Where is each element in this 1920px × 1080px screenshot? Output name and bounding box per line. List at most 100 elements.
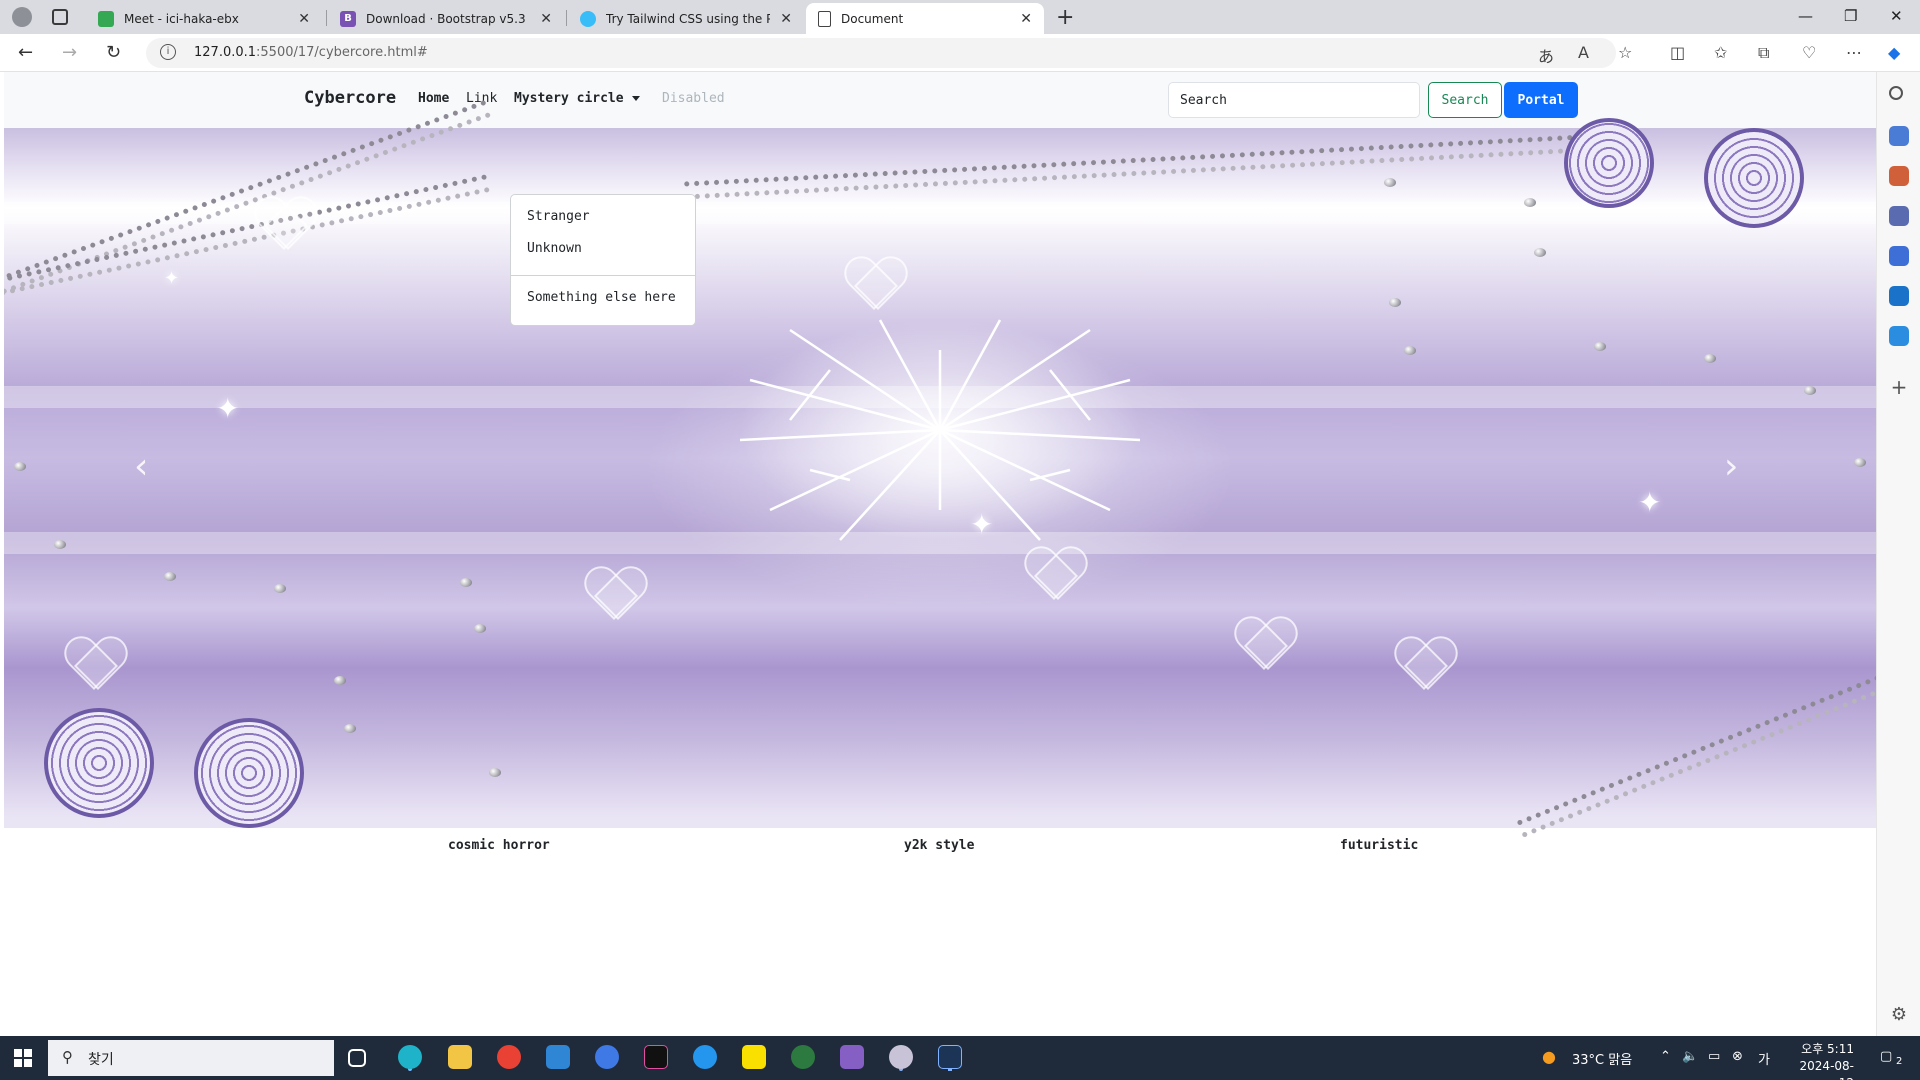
tab-divider	[566, 10, 567, 26]
caption-futuristic: futuristic	[1340, 838, 1419, 853]
close-icon[interactable]: ✕	[780, 11, 792, 27]
heart-decoration	[1024, 548, 1084, 602]
sparkle-decoration: ✦	[1638, 486, 1662, 519]
taskbar-clock[interactable]: 오후 5:11 2024-08-12	[1792, 1041, 1854, 1080]
add-plus-icon[interactable]: +	[1889, 377, 1909, 398]
carousel-next-icon[interactable]: ›	[1724, 446, 1738, 487]
ime-icon[interactable]: 가	[1758, 1049, 1770, 1068]
split-screen-icon[interactable]: ◫	[1670, 43, 1685, 62]
reload-icon[interactable]: ↻	[106, 42, 121, 63]
nav-mystery-circle-dropdown[interactable]: Mystery circle	[514, 91, 640, 106]
address-bar[interactable]: i 127.0.0.1:5500/17/cybercore.html#	[146, 38, 1616, 68]
tab-actions-icon[interactable]	[52, 9, 68, 25]
file-explorer-icon[interactable]	[448, 1045, 472, 1069]
rose-decoration	[44, 708, 154, 818]
collections-icon[interactable]: ⧉	[1758, 43, 1769, 63]
caption-cosmic-horror: cosmic horror	[448, 838, 550, 853]
search-input[interactable]	[1168, 82, 1420, 118]
carousel-prev-icon[interactable]: ‹	[134, 446, 148, 487]
profile-avatar[interactable]	[12, 7, 32, 27]
tray-overflow-icon[interactable]: ⌃	[1660, 1049, 1671, 1064]
pearl-decoration	[1384, 178, 1396, 187]
restore-icon[interactable]: ❐	[1844, 7, 1857, 25]
notification-icon[interactable]: ▢	[1880, 1049, 1892, 1064]
dropdown-label: Mystery circle	[514, 91, 624, 106]
games-icon[interactable]	[1889, 206, 1909, 226]
read-aloud-icon[interactable]: A	[1578, 43, 1589, 62]
tab-title: Document	[841, 11, 904, 26]
drop-icon[interactable]	[1889, 326, 1909, 346]
new-tab-plus-icon[interactable]: +	[1056, 5, 1074, 30]
close-icon[interactable]: ✕	[298, 11, 310, 27]
page-viewport: Cybercore Home Link Mystery circle Disab…	[4, 72, 1876, 1036]
browser-tab-document[interactable]: Document ✕	[806, 3, 1044, 34]
network-icon[interactable]: ▭	[1708, 1049, 1720, 1064]
dropdown-item-something-else[interactable]: Something else here	[527, 290, 676, 305]
dropdown-item-unknown[interactable]: Unknown	[527, 241, 582, 256]
dropdown-item-stranger[interactable]: Stranger	[527, 209, 590, 224]
maps-icon[interactable]	[595, 1045, 619, 1069]
search-button[interactable]: Search	[1428, 82, 1502, 118]
heart-decoration	[844, 258, 904, 312]
hs-app-icon[interactable]	[791, 1045, 815, 1069]
browser-tab-strip: Meet - ici-haka-ebx ✕ B Download · Boots…	[0, 0, 1920, 34]
docker-icon[interactable]	[693, 1045, 717, 1069]
google-meet-icon	[98, 10, 114, 27]
favorite-star-icon[interactable]: ☆	[1618, 43, 1632, 62]
visual-studio-icon[interactable]	[840, 1045, 864, 1069]
windows-start-icon[interactable]	[14, 1049, 32, 1067]
shopping-icon[interactable]	[1889, 126, 1909, 146]
more-menu-icon[interactable]: ⋯	[1846, 43, 1862, 62]
mute-icon[interactable]: ⊗	[1732, 1049, 1743, 1064]
rose-decoration	[1564, 118, 1654, 208]
volume-icon[interactable]: 🔈	[1682, 1049, 1698, 1064]
search-icon: ⚲	[62, 1048, 73, 1066]
task-view-icon[interactable]	[348, 1049, 366, 1067]
browser-tab-tailwind[interactable]: Try Tailwind CSS using the Play C ✕	[568, 3, 804, 34]
settings-gear-icon[interactable]: ⚙	[1889, 1006, 1909, 1026]
chain-decoration	[1516, 656, 1876, 838]
edge-browser-icon[interactable]	[398, 1045, 422, 1069]
tools-icon[interactable]	[1889, 166, 1909, 186]
nav-home-link[interactable]: Home	[418, 91, 449, 106]
close-icon[interactable]: ✕	[1020, 11, 1032, 27]
portal-button[interactable]: Portal	[1504, 82, 1578, 118]
paint-app-icon[interactable]	[889, 1045, 913, 1069]
mystery-circle-dropdown-menu: Stranger Unknown Something else here	[510, 194, 696, 326]
kakaotalk-icon[interactable]	[742, 1045, 766, 1069]
terminal-app-icon[interactable]	[938, 1045, 962, 1069]
windows-taskbar: ⚲ 찾기 ● 33°C 맑음 ⌃ 🔈 ▭ ⊗ 가 오후 5:11 2024-08…	[0, 1036, 1920, 1080]
search-icon[interactable]	[1889, 86, 1903, 100]
dropdown-divider	[511, 275, 695, 276]
brand-logo[interactable]: Cybercore	[304, 88, 396, 108]
window-close-icon[interactable]: ✕	[1890, 7, 1903, 25]
intellij-icon[interactable]	[644, 1045, 668, 1069]
forward-arrow-icon[interactable]: →	[62, 42, 77, 63]
weather-text[interactable]: 33°C 맑음	[1572, 1049, 1632, 1068]
pearl-decoration	[344, 724, 356, 733]
copilot-icon[interactable]: ◆	[1888, 43, 1900, 62]
minimize-icon[interactable]: —	[1798, 7, 1813, 25]
favorites-icon[interactable]: ✩	[1714, 43, 1727, 62]
chrome-icon[interactable]	[497, 1045, 521, 1069]
close-icon[interactable]: ✕	[540, 11, 552, 27]
translate-icon[interactable]: あ	[1538, 43, 1554, 67]
url-text[interactable]: 127.0.0.1:5500/17/cybercore.html#	[194, 45, 428, 60]
notification-count: 2	[1896, 1056, 1903, 1067]
pearl-decoration	[1534, 248, 1546, 257]
back-arrow-icon[interactable]: ←	[18, 42, 33, 63]
taskbar-search-box[interactable]: ⚲ 찾기	[48, 1040, 334, 1076]
site-info-icon[interactable]: i	[160, 44, 176, 60]
pearl-decoration	[334, 676, 346, 685]
outlook-icon[interactable]	[1889, 286, 1909, 306]
weather-sun-icon: ●	[1542, 1047, 1556, 1066]
pearl-decoration	[1704, 354, 1716, 363]
browser-tab-meet[interactable]: Meet - ici-haka-ebx ✕	[86, 3, 322, 34]
heart-decoration	[254, 198, 314, 252]
browser-tab-bootstrap[interactable]: B Download · Bootstrap v5.3 ✕	[328, 3, 564, 34]
url-host: 127.0.0.1	[194, 45, 257, 60]
rose-decoration	[194, 718, 304, 828]
vscode-icon[interactable]	[546, 1045, 570, 1069]
microsoft365-icon[interactable]	[1889, 246, 1909, 266]
browser-essentials-icon[interactable]: ♡	[1802, 43, 1816, 62]
